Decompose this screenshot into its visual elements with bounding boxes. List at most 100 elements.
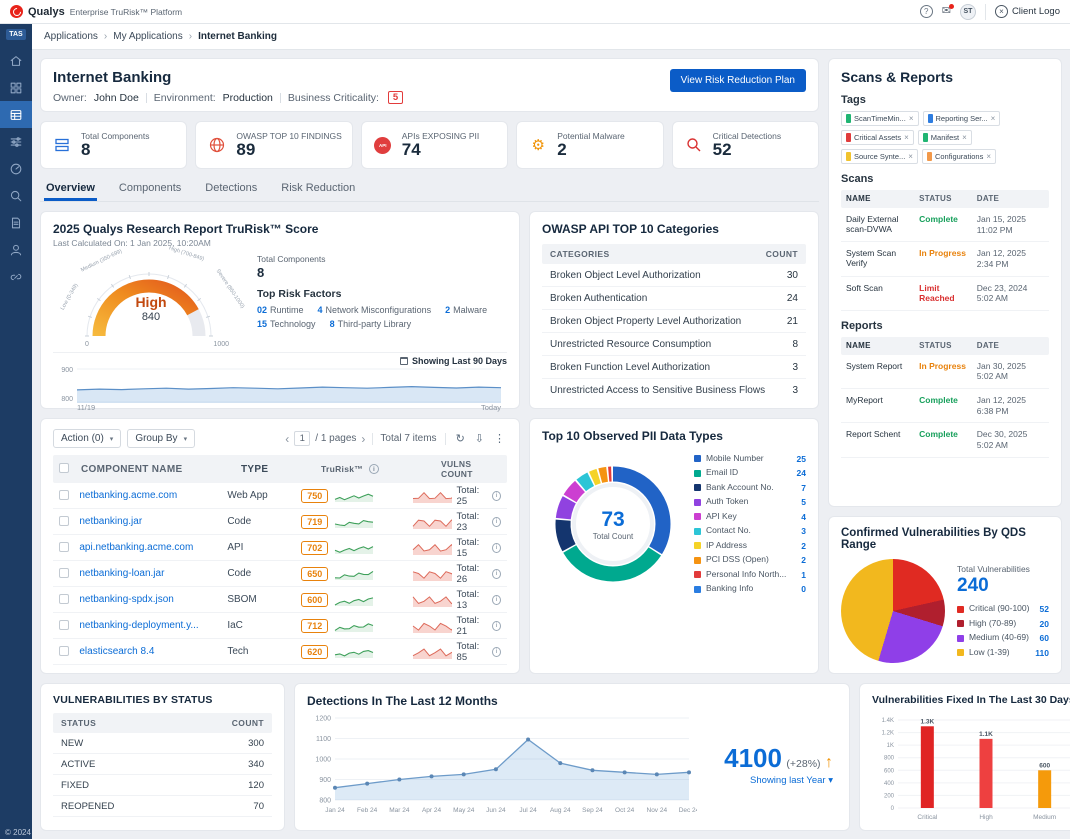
scan-name[interactable]: Daily External scan-DVWA	[846, 214, 919, 234]
svg-text:0: 0	[891, 806, 895, 812]
sidebar-item-dial[interactable]	[0, 155, 32, 182]
close-icon[interactable]: ×	[986, 152, 991, 161]
trend-sparkline	[334, 515, 374, 529]
avatar[interactable]: ST	[960, 4, 976, 20]
row-checkbox[interactable]	[59, 516, 69, 526]
scans-label: Scans	[841, 173, 1049, 185]
row-checkbox[interactable]	[59, 594, 69, 604]
component-link[interactable]: elasticsearch 8.4	[79, 646, 227, 657]
sidebar-item-documents[interactable]	[0, 209, 32, 236]
kebab-menu-icon[interactable]: ⋮	[492, 432, 507, 445]
close-icon[interactable]: ×	[909, 114, 914, 123]
kpi-total-components: Total Components8	[40, 121, 187, 169]
close-icon[interactable]: ×	[908, 152, 913, 161]
svg-text:400: 400	[884, 781, 895, 787]
tab-overview[interactable]: Overview	[44, 178, 97, 201]
row-checkbox[interactable]	[59, 542, 69, 552]
report-row: MyReportCompleteJan 12, 2025 6:38 PM	[841, 389, 1049, 423]
vulns-sparkline	[412, 644, 451, 660]
scan-name[interactable]: Soft Scan	[846, 283, 919, 293]
gauge-dial-icon	[9, 162, 23, 176]
y-tick: 800	[53, 396, 73, 403]
sidebar-item-modules[interactable]	[0, 74, 32, 101]
action-dropdown[interactable]: Action (0)▾	[53, 429, 121, 448]
tab-components[interactable]: Components	[117, 178, 183, 201]
tab-detections[interactable]: Detections	[203, 178, 259, 201]
trurisk-score-badge: 650	[301, 567, 328, 581]
tags: ScanTimeMin...× Reporting Ser...× Critic…	[841, 111, 1049, 164]
row-checkbox[interactable]	[59, 620, 69, 630]
component-link[interactable]: netbanking-deployment.y...	[79, 620, 227, 631]
refresh-icon[interactable]: ↻	[454, 432, 467, 445]
sidebar-item-users[interactable]	[0, 236, 32, 263]
svg-text:May 24: May 24	[453, 807, 475, 814]
report-name[interactable]: System Report	[846, 361, 919, 371]
close-icon[interactable]: ×	[962, 133, 967, 142]
download-icon[interactable]: ⇩	[473, 432, 486, 445]
row-checkbox[interactable]	[59, 568, 69, 578]
legend-item: Email ID24	[694, 468, 806, 478]
close-icon[interactable]: ×	[991, 114, 996, 123]
api-icon: API	[372, 137, 394, 154]
group-by-dropdown[interactable]: Group By▾	[127, 429, 195, 448]
report-name[interactable]: Report Schent	[846, 429, 919, 439]
risk-factors-label: Top Risk Factors	[257, 288, 507, 300]
criticality-label: Business Criticality:	[288, 92, 379, 104]
status-badge: In Progress	[919, 248, 977, 258]
trurisk-score-badge: 719	[301, 515, 328, 529]
trend-sparkline	[334, 567, 374, 581]
owner-value: John Doe	[94, 92, 139, 104]
sidebar-item-integrations[interactable]	[0, 263, 32, 290]
svg-text:1.1K: 1.1K	[979, 731, 993, 738]
sidebar-item-filters[interactable]	[0, 128, 32, 155]
showing-last-year-link[interactable]: Showing last Year ▾	[750, 775, 833, 786]
component-link[interactable]: netbanking.jar	[79, 516, 227, 527]
page-number[interactable]: 1	[294, 431, 310, 446]
tab-risk-reduction[interactable]: Risk Reduction	[279, 178, 357, 201]
info-icon: i	[492, 647, 501, 657]
report-name[interactable]: MyReport	[846, 395, 919, 405]
notifications-mail-icon[interactable]: ✉	[942, 6, 951, 17]
link-icon	[9, 270, 23, 284]
pii-donut-chart: 73 Total Count	[542, 453, 684, 595]
legend-item: Banking Info0	[694, 584, 806, 594]
component-link[interactable]: netbanking-loan.jar	[79, 568, 227, 579]
svg-text:High: High	[979, 814, 993, 821]
svg-text:1200: 1200	[315, 716, 331, 723]
malware-gear-icon: ⚙	[527, 138, 549, 153]
table-row: netbanking.acme.comWeb App750Total: 25i	[53, 483, 507, 509]
table-row: netbanking-loan.jarCode650Total: 26i	[53, 561, 507, 587]
breadcrumb-my-applications[interactable]: My Applications	[113, 31, 182, 42]
svg-text:Nov 24: Nov 24	[647, 807, 668, 814]
close-icon[interactable]: ×	[904, 133, 909, 142]
sidebar-item-applications[interactable]	[0, 101, 32, 128]
row-checkbox[interactable]	[59, 490, 69, 500]
trend-range-selector[interactable]: Showing Last 90 Days	[53, 356, 507, 366]
status-badge: Limit Reached	[919, 283, 977, 303]
sidebar-item-search[interactable]	[0, 182, 32, 209]
scan-name[interactable]: System Scan Verify	[846, 248, 919, 268]
sidebar-item-home[interactable]	[0, 47, 32, 74]
component-link[interactable]: api.netbanking.acme.com	[79, 542, 227, 553]
total-components-value: 8	[257, 265, 507, 280]
legend-item: Bank Account No.7	[694, 483, 806, 493]
status-row: FIXED120	[53, 775, 272, 796]
table-row: elasticsearch 8.4Tech620Total: 85i	[53, 639, 507, 665]
select-all-checkbox[interactable]	[59, 463, 69, 473]
view-risk-reduction-plan-button[interactable]: View Risk Reduction Plan	[670, 69, 806, 92]
scan-row: System Scan VerifyIn ProgressJan 12, 202…	[841, 242, 1049, 276]
detections-12-months-card: Detections In The Last 12 Months 8009001…	[294, 683, 850, 831]
component-link[interactable]: netbanking-spdx.json	[79, 594, 227, 605]
next-page-button[interactable]: ›	[361, 432, 365, 446]
row-checkbox[interactable]	[59, 646, 69, 656]
qds-total-value: 240	[957, 575, 1049, 597]
vulns-sparkline	[412, 540, 451, 556]
kpi-value: 2	[557, 141, 625, 160]
component-link[interactable]: netbanking.acme.com	[79, 490, 227, 501]
legend-item: IP Address2	[694, 541, 806, 551]
kpi-label: Potential Malware	[557, 131, 625, 141]
qds-range-card: Confirmed Vulnerabilities By QDS Range T…	[828, 516, 1062, 674]
prev-page-button[interactable]: ‹	[285, 432, 289, 446]
breadcrumb-applications[interactable]: Applications	[44, 31, 98, 42]
help-icon[interactable]: ?	[920, 5, 933, 18]
